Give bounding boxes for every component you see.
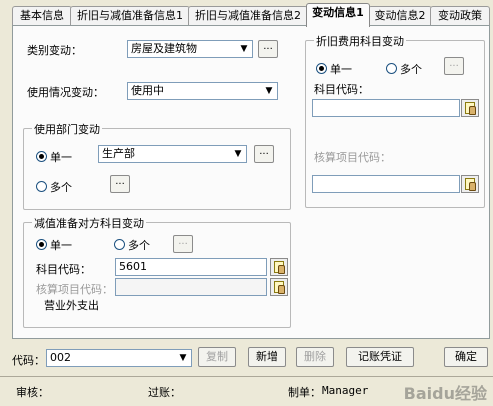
depreciation-multi-more-button[interactable]: ... (444, 57, 464, 75)
category-more-button[interactable]: ... (258, 40, 278, 58)
depreciation-multi-radio[interactable] (386, 63, 397, 74)
tab-depreciation-2[interactable]: 折旧与减值准备信息2 (188, 6, 308, 26)
impairment-account-group: 减值准备对方科目变动 单一 多个 ... 科目代码： 5601 核算项目代码： … (23, 215, 291, 328)
depreciation-project-code-picker[interactable] (461, 175, 479, 193)
depreciation-single-label: 单一 (330, 63, 352, 76)
dept-select-value: 生产部 (102, 147, 135, 160)
chevron-down-icon[interactable]: ▼ (261, 83, 277, 99)
dept-multi-more-button[interactable]: ... (110, 175, 130, 193)
chevron-down-icon[interactable]: ▼ (230, 146, 246, 162)
usage-change-label: 使用情况变动： (27, 86, 104, 99)
depreciation-multi-label: 多个 (400, 63, 422, 76)
impairment-single-label: 单一 (50, 239, 72, 252)
hand-pointer-icon (469, 182, 476, 191)
usage-select-value: 使用中 (131, 84, 164, 97)
depreciation-single-radio[interactable] (316, 63, 327, 74)
audit-label: 审核： (16, 386, 49, 399)
depreciation-project-code-field[interactable] (312, 175, 460, 193)
creator-value: Manager (322, 384, 369, 397)
impairment-multi-more-button[interactable]: ... (173, 235, 193, 253)
delete-button[interactable]: 删除 (296, 347, 334, 367)
dept-multi-label: 多个 (50, 181, 72, 194)
depreciation-account-group: 折旧费用科目变动 单一 多个 ... 科目代码： 核算项目代码： (305, 33, 485, 208)
impairment-project-code-picker[interactable] (270, 278, 288, 296)
depreciation-account-title: 折旧费用科目变动 (314, 33, 406, 49)
dept-single-radio[interactable] (36, 151, 47, 162)
voucher-button[interactable]: 记账凭证 (346, 347, 414, 367)
baidu-watermark: Baidu经验 (403, 384, 487, 403)
copy-button[interactable]: 复制 (198, 347, 236, 367)
confirm-button[interactable]: 确定 (444, 347, 488, 367)
creator-label: 制单： (288, 386, 321, 399)
impairment-project-code-field[interactable] (115, 278, 267, 296)
tab-panel: 类别变动： 房屋及建筑物 ▼ ... 使用情况变动： 使用中 ▼ 使用部门变动 … (12, 25, 490, 339)
hand-pointer-icon (278, 285, 285, 294)
tab-change-policy[interactable]: 变动政策 (430, 6, 490, 26)
chevron-down-icon[interactable]: ▼ (175, 350, 191, 366)
tab-change-info-1[interactable]: 变动信息1 (306, 3, 370, 27)
dept-change-title: 使用部门变动 (32, 121, 102, 137)
impairment-account-name: 营业外支出 (44, 299, 99, 312)
tab-basic-info[interactable]: 基本信息 (12, 6, 72, 26)
chevron-down-icon[interactable]: ▼ (236, 41, 252, 57)
category-select-value: 房屋及建筑物 (131, 42, 197, 55)
hand-pointer-icon (278, 265, 285, 274)
hand-pointer-icon (469, 106, 476, 115)
impairment-multi-radio[interactable] (114, 239, 125, 250)
category-change-label: 类别变动： (27, 44, 82, 57)
code-select-value: 002 (50, 351, 71, 364)
impairment-account-code-label: 科目代码： (36, 263, 91, 276)
impairment-project-code-label: 核算项目代码： (36, 283, 113, 296)
code-label: 代码： (12, 354, 45, 367)
depreciation-account-code-field[interactable] (312, 99, 460, 117)
depreciation-account-code-label: 科目代码： (314, 83, 369, 96)
impairment-single-radio[interactable] (36, 239, 47, 250)
usage-select[interactable]: 使用中 ▼ (127, 82, 278, 100)
dept-more-button[interactable]: ... (254, 145, 274, 163)
depreciation-project-code-label: 核算项目代码： (314, 151, 391, 164)
dept-select[interactable]: 生产部 ▼ (98, 145, 247, 163)
dept-change-group: 使用部门变动 单一 生产部 ▼ ... 多个 ... (23, 121, 291, 210)
code-select[interactable]: 002 ▼ (46, 349, 192, 367)
dept-single-label: 单一 (50, 151, 72, 164)
dept-multi-radio[interactable] (36, 181, 47, 192)
add-button[interactable]: 新增 (248, 347, 286, 367)
category-select[interactable]: 房屋及建筑物 ▼ (127, 40, 253, 58)
tab-change-info-2[interactable]: 变动信息2 (368, 6, 432, 26)
impairment-multi-label: 多个 (128, 239, 150, 252)
impairment-account-code-picker[interactable] (270, 258, 288, 276)
impairment-account-code-field[interactable]: 5601 (115, 258, 267, 276)
posted-label: 过账： (148, 386, 181, 399)
depreciation-account-code-picker[interactable] (461, 99, 479, 117)
tab-depreciation-1[interactable]: 折旧与减值准备信息1 (70, 6, 190, 26)
impairment-account-title: 减值准备对方科目变动 (32, 215, 146, 231)
status-bar: 审核： 过账： 制单： Manager Baidu经验 (0, 376, 493, 406)
